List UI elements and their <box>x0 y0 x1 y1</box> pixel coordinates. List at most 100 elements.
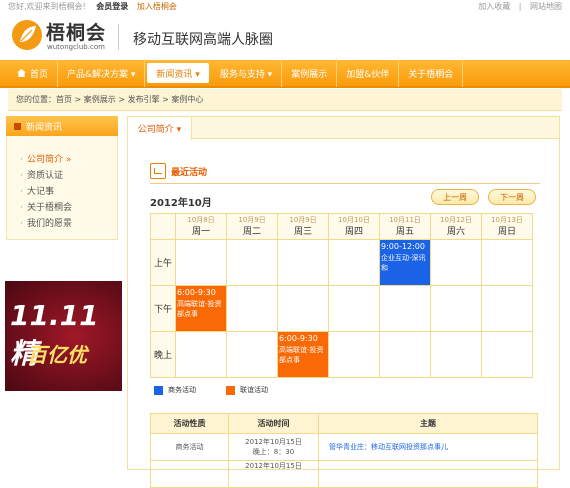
legend-business-label: 商务活动 <box>168 386 196 394</box>
calendar-header-row: 10月8日 周一 10月9日 周二 10月9日 周三 10月10日 周四 10月11日周… <box>150 213 533 240</box>
calendar-cell[interactable] <box>226 239 278 286</box>
event-social[interactable]: 6:00-9:30 高端联谊-投资部点事 <box>278 332 328 377</box>
sidebar-item-company-intro[interactable]: 公司简介 » <box>20 152 117 168</box>
table-row: 商务活动 2012年10月15日 晚上：8：30 管华青业庄：移动互联网投资那点事… <box>150 433 538 461</box>
slogan: 移动互联网高端人脉圈 <box>133 32 273 48</box>
row-date: 2012年10月15日 <box>245 438 302 446</box>
promo-banner[interactable]: 11.11精 百亿优 <box>5 281 122 391</box>
top-bar-right: 加入收藏 | 网站地图 <box>472 1 562 12</box>
day-date: 10月13日 <box>491 216 523 224</box>
event-social[interactable]: 6:00-9:30 高端联谊-投资部点事 <box>176 286 226 331</box>
calendar-cell[interactable] <box>379 285 431 332</box>
day-week: 周六 <box>446 227 465 237</box>
chart-icon <box>150 163 166 179</box>
calendar-cell[interactable] <box>328 331 380 378</box>
calendar-cell[interactable] <box>481 331 533 378</box>
next-week-button[interactable]: 下一周 <box>488 189 536 205</box>
row-label-morning: 上午 <box>150 239 176 286</box>
calendar-cell[interactable] <box>277 239 329 286</box>
row-type <box>150 460 229 488</box>
logo[interactable]: 梧桐会 wutongclub.com <box>10 16 110 56</box>
legend: 商务活动 联谊活动 <box>154 385 298 395</box>
day-date: 10月12日 <box>440 216 472 224</box>
prev-week-button[interactable]: 上一周 <box>431 189 479 205</box>
calendar-cell[interactable]: 6:00-9:30 高端联谊-投资部点事 <box>175 285 227 332</box>
calendar-cell[interactable]: 6:00-9:30 高端联谊-投资部点事 <box>277 331 329 378</box>
col-header-topic: 主题 <box>318 413 538 434</box>
row-time: 2012年10月15日 晚上：8：30 <box>228 433 319 461</box>
row-label-afternoon: 下午 <box>150 285 176 332</box>
activity-header-row: 活动性质 活动时间 主题 <box>150 413 538 434</box>
calendar-row-evening: 晚上 6:00-9:30 高端联谊-投资部点事 <box>150 331 533 378</box>
day-date: 10月11日 <box>389 216 421 224</box>
tab-company-intro[interactable]: 公司简介 ▾ <box>128 117 192 140</box>
day-week: 周五 <box>395 227 414 237</box>
leaf-logo-icon <box>12 20 42 50</box>
calendar-cell[interactable] <box>175 331 227 378</box>
row-topic <box>318 460 538 488</box>
section-divider <box>150 183 540 184</box>
calendar-cell[interactable] <box>277 285 329 332</box>
calendar-cell[interactable] <box>226 331 278 378</box>
nav-partners[interactable]: 加盟&伙伴 <box>337 59 400 87</box>
join-link[interactable]: 加入梧桐会 <box>137 2 177 11</box>
sitemap-link[interactable]: 网站地图 <box>530 2 562 11</box>
main-nav: 首页 产品&解决方案 ▾ 新闻资讯 ▾ 服务与支持 ▾ 案例展示 加盟&伙伴 关… <box>0 59 570 88</box>
calendar-cell[interactable] <box>226 285 278 332</box>
event-title: 企业互动-深讯和 <box>381 254 426 272</box>
top-bar-left: 您好,欢迎来到梧桐会! 会员登录 加入梧桐会 <box>8 1 177 12</box>
event-time: 6:00-9:30 <box>177 288 216 297</box>
day-week: 周四 <box>344 227 363 237</box>
day-header: 10月10日 周四 <box>328 213 380 240</box>
nav-home[interactable]: 首页 <box>8 59 59 87</box>
day-date: 10月9日 <box>289 216 317 224</box>
legend-social: 联谊活动 <box>226 385 268 395</box>
day-week: 周一 <box>191 227 210 237</box>
sidebar-square-icon <box>14 122 21 130</box>
sidebar-item-milestones[interactable]: 大记事 <box>20 184 117 200</box>
nav-products[interactable]: 产品&解决方案 ▾ <box>58 59 146 87</box>
day-week: 周二 <box>242 227 261 237</box>
calendar-cell[interactable] <box>328 239 380 286</box>
day-date: 10月8日 <box>187 216 215 224</box>
day-header: 10月9日周二 <box>226 213 278 240</box>
banner-subline: 百亿优 <box>27 343 87 367</box>
nav-news[interactable]: 新闻资讯 ▾ <box>147 63 209 83</box>
calendar-cell[interactable] <box>175 239 227 286</box>
sidebar: 新闻资讯 公司简介 » 资质认证 大记事 关于梧桐会 我们的愿景 <box>6 116 118 240</box>
legend-swatch-orange <box>226 385 235 395</box>
col-header-time: 活动时间 <box>228 413 319 434</box>
top-bar-divider: | <box>518 1 522 11</box>
day-week: 周日 <box>497 227 516 237</box>
sidebar-item-vision[interactable]: 我们的愿景 <box>20 216 117 232</box>
nav-services[interactable]: 服务与支持 ▾ <box>211 59 283 87</box>
calendar-cell[interactable] <box>379 331 431 378</box>
event-title: 高端联谊-投资部点事 <box>279 346 324 364</box>
calendar-cell[interactable] <box>481 285 533 332</box>
event-business[interactable]: 9:00-12:00 企业互动-深讯和 <box>380 240 430 285</box>
day-date: 10月9日 <box>238 216 266 224</box>
calendar-cell[interactable] <box>430 239 482 286</box>
nav-about[interactable]: 关于梧桐会 <box>399 59 464 87</box>
calendar-month: 2012年10月 <box>150 198 212 209</box>
calendar-cell[interactable] <box>481 239 533 286</box>
row-type: 商务活动 <box>150 433 229 461</box>
row-topic-link[interactable]: 管华青业庄：移动互联网投资那点事儿 <box>318 433 538 461</box>
home-icon <box>17 69 26 77</box>
nav-cases[interactable]: 案例展示 <box>282 59 338 87</box>
calendar-cell[interactable] <box>328 285 380 332</box>
welcome-text: 您好,欢迎来到梧桐会! <box>8 1 86 11</box>
sidebar-menu: 公司简介 » 资质认证 大记事 关于梧桐会 我们的愿景 <box>6 136 118 240</box>
login-link[interactable]: 会员登录 <box>96 2 128 11</box>
calendar-cell[interactable] <box>430 285 482 332</box>
favorite-link[interactable]: 加入收藏 <box>478 2 510 11</box>
event-time: 9:00-12:00 <box>381 242 425 251</box>
calendar-cell[interactable] <box>430 331 482 378</box>
sidebar-item-certification[interactable]: 资质认证 <box>20 168 117 184</box>
event-title: 高端联谊-投资部点事 <box>177 300 222 318</box>
event-time: 6:00-9:30 <box>279 334 318 343</box>
sidebar-item-about[interactable]: 关于梧桐会 <box>20 200 117 216</box>
calendar-cell[interactable]: 9:00-12:00 企业互动-深讯和 <box>379 239 431 286</box>
day-week: 周三 <box>293 227 312 237</box>
calendar-corner <box>150 213 176 240</box>
